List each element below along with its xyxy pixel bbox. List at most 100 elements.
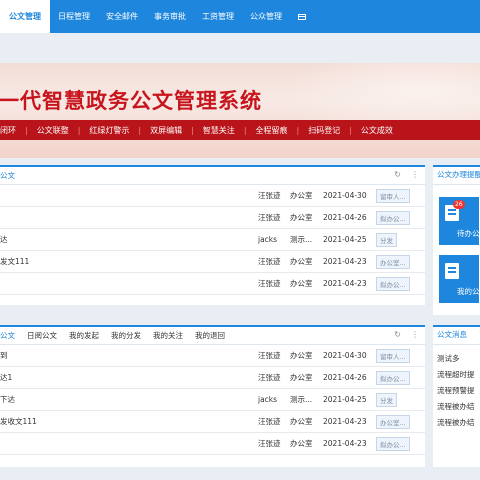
doc-sender: 汪张迹	[258, 279, 281, 288]
doc-date: 2021-04-30	[323, 191, 367, 200]
tab-documents[interactable]: 公文	[0, 330, 21, 341]
document-list: 汪张迹 办公室 2021-04-30 留审人... 汪张迹 办公室 2021-0…	[0, 185, 425, 295]
top-nav: 公文管理 日程管理 安全邮件 事务审批 工资管理 公众管理	[0, 0, 480, 33]
doc-title[interactable]: 到	[0, 350, 8, 361]
document-list: 到 汪张迹 办公室 2021-04-30 留审人... 达1 汪张迹 办公室 2…	[0, 345, 425, 455]
tab-document-management[interactable]: 公文管理	[0, 0, 50, 33]
doc-date: 2021-04-26	[323, 373, 367, 382]
status-badge: 拟办公...	[376, 276, 410, 291]
document-icon	[445, 263, 459, 279]
panel-header: 公文 日阅公文 我的发起 我的分发 我的关注 我的退回 ↻ ⋮	[0, 327, 425, 345]
banner-title: 一代智慧政务公文管理系统	[0, 88, 262, 113]
doc-sender: 汪张迹	[258, 373, 281, 382]
table-row[interactable]: 达 jacks 测示... 2021-04-25 分发	[0, 229, 425, 251]
tab-my-returned[interactable]: 我的退回	[189, 330, 231, 341]
doc-date: 2021-04-30	[323, 351, 367, 360]
feature-item[interactable]: 扫码登记	[299, 125, 349, 136]
doc-dept: 办公室	[290, 191, 313, 200]
more-icon[interactable]: ⋮	[411, 330, 419, 339]
banner: 一代智慧政务公文管理系统	[0, 63, 480, 158]
tab-read-documents[interactable]: 日阅公文	[21, 330, 63, 341]
feature-item[interactable]: 智慧关注	[194, 125, 244, 136]
table-row[interactable]: 达1 汪张迹 办公室 2021-04-26 拟办公...	[0, 367, 425, 389]
table-row[interactable]: 发收文111 汪张迹 办公室 2021-04-23 办公室...	[0, 411, 425, 433]
doc-sender: jacks	[258, 395, 278, 404]
doc-dept: 办公室	[290, 279, 313, 288]
doc-dept: 办公室	[290, 213, 313, 222]
status-badge: 办公室...	[376, 254, 410, 269]
doc-dept: 测示...	[290, 235, 313, 244]
status-badge: 分发	[376, 232, 397, 247]
tab-my-distributed[interactable]: 我的分发	[105, 330, 147, 341]
doc-sender: jacks	[258, 235, 278, 244]
panel-header: 公文 ↻ ⋮	[0, 167, 425, 185]
doc-sender: 汪张迹	[258, 417, 281, 426]
tab-my-followed[interactable]: 我的关注	[147, 330, 189, 341]
doc-dept: 办公室	[290, 417, 313, 426]
feature-item[interactable]: 全程留痕	[247, 125, 297, 136]
doc-title[interactable]: 下达	[0, 394, 15, 405]
table-row[interactable]: 汪张迹 办公室 2021-04-23 拟办公...	[0, 433, 425, 455]
message-item[interactable]: 流程预警提	[437, 383, 480, 399]
table-row[interactable]: 到 汪张迹 办公室 2021-04-30 留审人...	[0, 345, 425, 367]
message-title: 公文消息	[433, 327, 480, 345]
doc-dept: 办公室	[290, 351, 313, 360]
message-item[interactable]: 流程超时提	[437, 367, 480, 383]
feature-item[interactable]: 公文联整	[28, 125, 78, 136]
table-row[interactable]: 汪张迹 办公室 2021-04-23 拟办公...	[0, 273, 425, 295]
doc-dept: 办公室	[290, 257, 313, 266]
reminder-title: 公文办理提醒	[433, 167, 480, 185]
feature-item[interactable]: 公文成效	[352, 125, 402, 136]
message-item[interactable]: 测试多	[437, 351, 480, 367]
status-badge: 分发	[376, 392, 397, 407]
doc-title[interactable]: 达1	[0, 372, 12, 383]
doc-date: 2021-04-25	[323, 395, 367, 404]
doc-title[interactable]: 发文111	[0, 256, 29, 267]
doc-date: 2021-04-23	[323, 417, 367, 426]
status-badge: 拟办公...	[376, 210, 410, 225]
tab-secure-mail[interactable]: 安全邮件	[98, 0, 146, 33]
pending-docs-tile[interactable]: 26 待办公	[439, 197, 480, 245]
table-row[interactable]: 下达 jacks 测示... 2021-04-25 分发	[0, 389, 425, 411]
status-badge: 拟办公...	[376, 370, 410, 385]
doc-sender: 汪张迹	[258, 213, 281, 222]
tab-salary[interactable]: 工资管理	[194, 0, 242, 33]
tile-label: 待办公	[457, 229, 480, 238]
feature-item[interactable]: 红绿灯警示	[80, 125, 138, 136]
message-item[interactable]: 流程被办结	[437, 399, 480, 415]
doc-dept: 办公室	[290, 373, 313, 382]
doc-sender: 汪张迹	[258, 439, 281, 448]
feature-item[interactable]: 双屏编辑	[141, 125, 191, 136]
tab-my-initiated[interactable]: 我的发起	[63, 330, 105, 341]
table-row[interactable]: 发文111 汪张迹 办公室 2021-04-23 办公室...	[0, 251, 425, 273]
document-list-panel: 公文 ↻ ⋮ 汪张迹 办公室 2021-04-30 留审人... 汪张迹 办公室…	[0, 165, 425, 305]
my-docs-tile[interactable]: 我的公	[439, 255, 480, 303]
doc-sender: 汪张迹	[258, 351, 281, 360]
tab-approval[interactable]: 事务审批	[146, 0, 194, 33]
doc-sender: 汪张迹	[258, 191, 281, 200]
refresh-icon[interactable]: ↻	[394, 330, 401, 339]
reminder-panel: 公文办理提醒 26 待办公 我的公	[433, 165, 480, 315]
status-badge: 办公室...	[376, 414, 410, 429]
tile-label: 我的公	[457, 287, 480, 296]
doc-title[interactable]: 达	[0, 234, 8, 245]
feature-item[interactable]: 闭环	[0, 125, 25, 136]
tab-public[interactable]: 公众管理	[242, 0, 290, 33]
status-badge: 留审人...	[376, 348, 410, 363]
status-badge: 拟办公...	[376, 436, 410, 451]
refresh-icon[interactable]: ↻	[394, 170, 401, 179]
doc-title[interactable]: 发收文111	[0, 416, 37, 427]
banner-feature-menu: 闭环 | 公文联整 | 红绿灯警示 | 双屏编辑 | 智慧关注 | 全程留痕 | 扫码登记 |…	[0, 120, 480, 140]
table-row[interactable]: 汪张迹 办公室 2021-04-30 留审人...	[0, 185, 425, 207]
table-row[interactable]: 汪张迹 办公室 2021-04-26 拟办公...	[0, 207, 425, 229]
panel-title: 公文	[0, 171, 15, 180]
menu-grid-icon[interactable]	[290, 0, 314, 33]
message-list: 测试多 流程超时提 流程预警提 流程被办结 流程被办结	[433, 345, 480, 431]
tab-schedule[interactable]: 日程管理	[50, 0, 98, 33]
document-tabs-panel: 公文 日阅公文 我的发起 我的分发 我的关注 我的退回 ↻ ⋮ 到 汪张迹 办公…	[0, 325, 425, 467]
doc-dept: 测示...	[290, 395, 313, 404]
message-item[interactable]: 流程被办结	[437, 415, 480, 431]
status-badge: 留审人...	[376, 188, 410, 203]
more-icon[interactable]: ⋮	[411, 170, 419, 179]
message-panel: 公文消息 测试多 流程超时提 流程预警提 流程被办结 流程被办结	[433, 325, 480, 467]
